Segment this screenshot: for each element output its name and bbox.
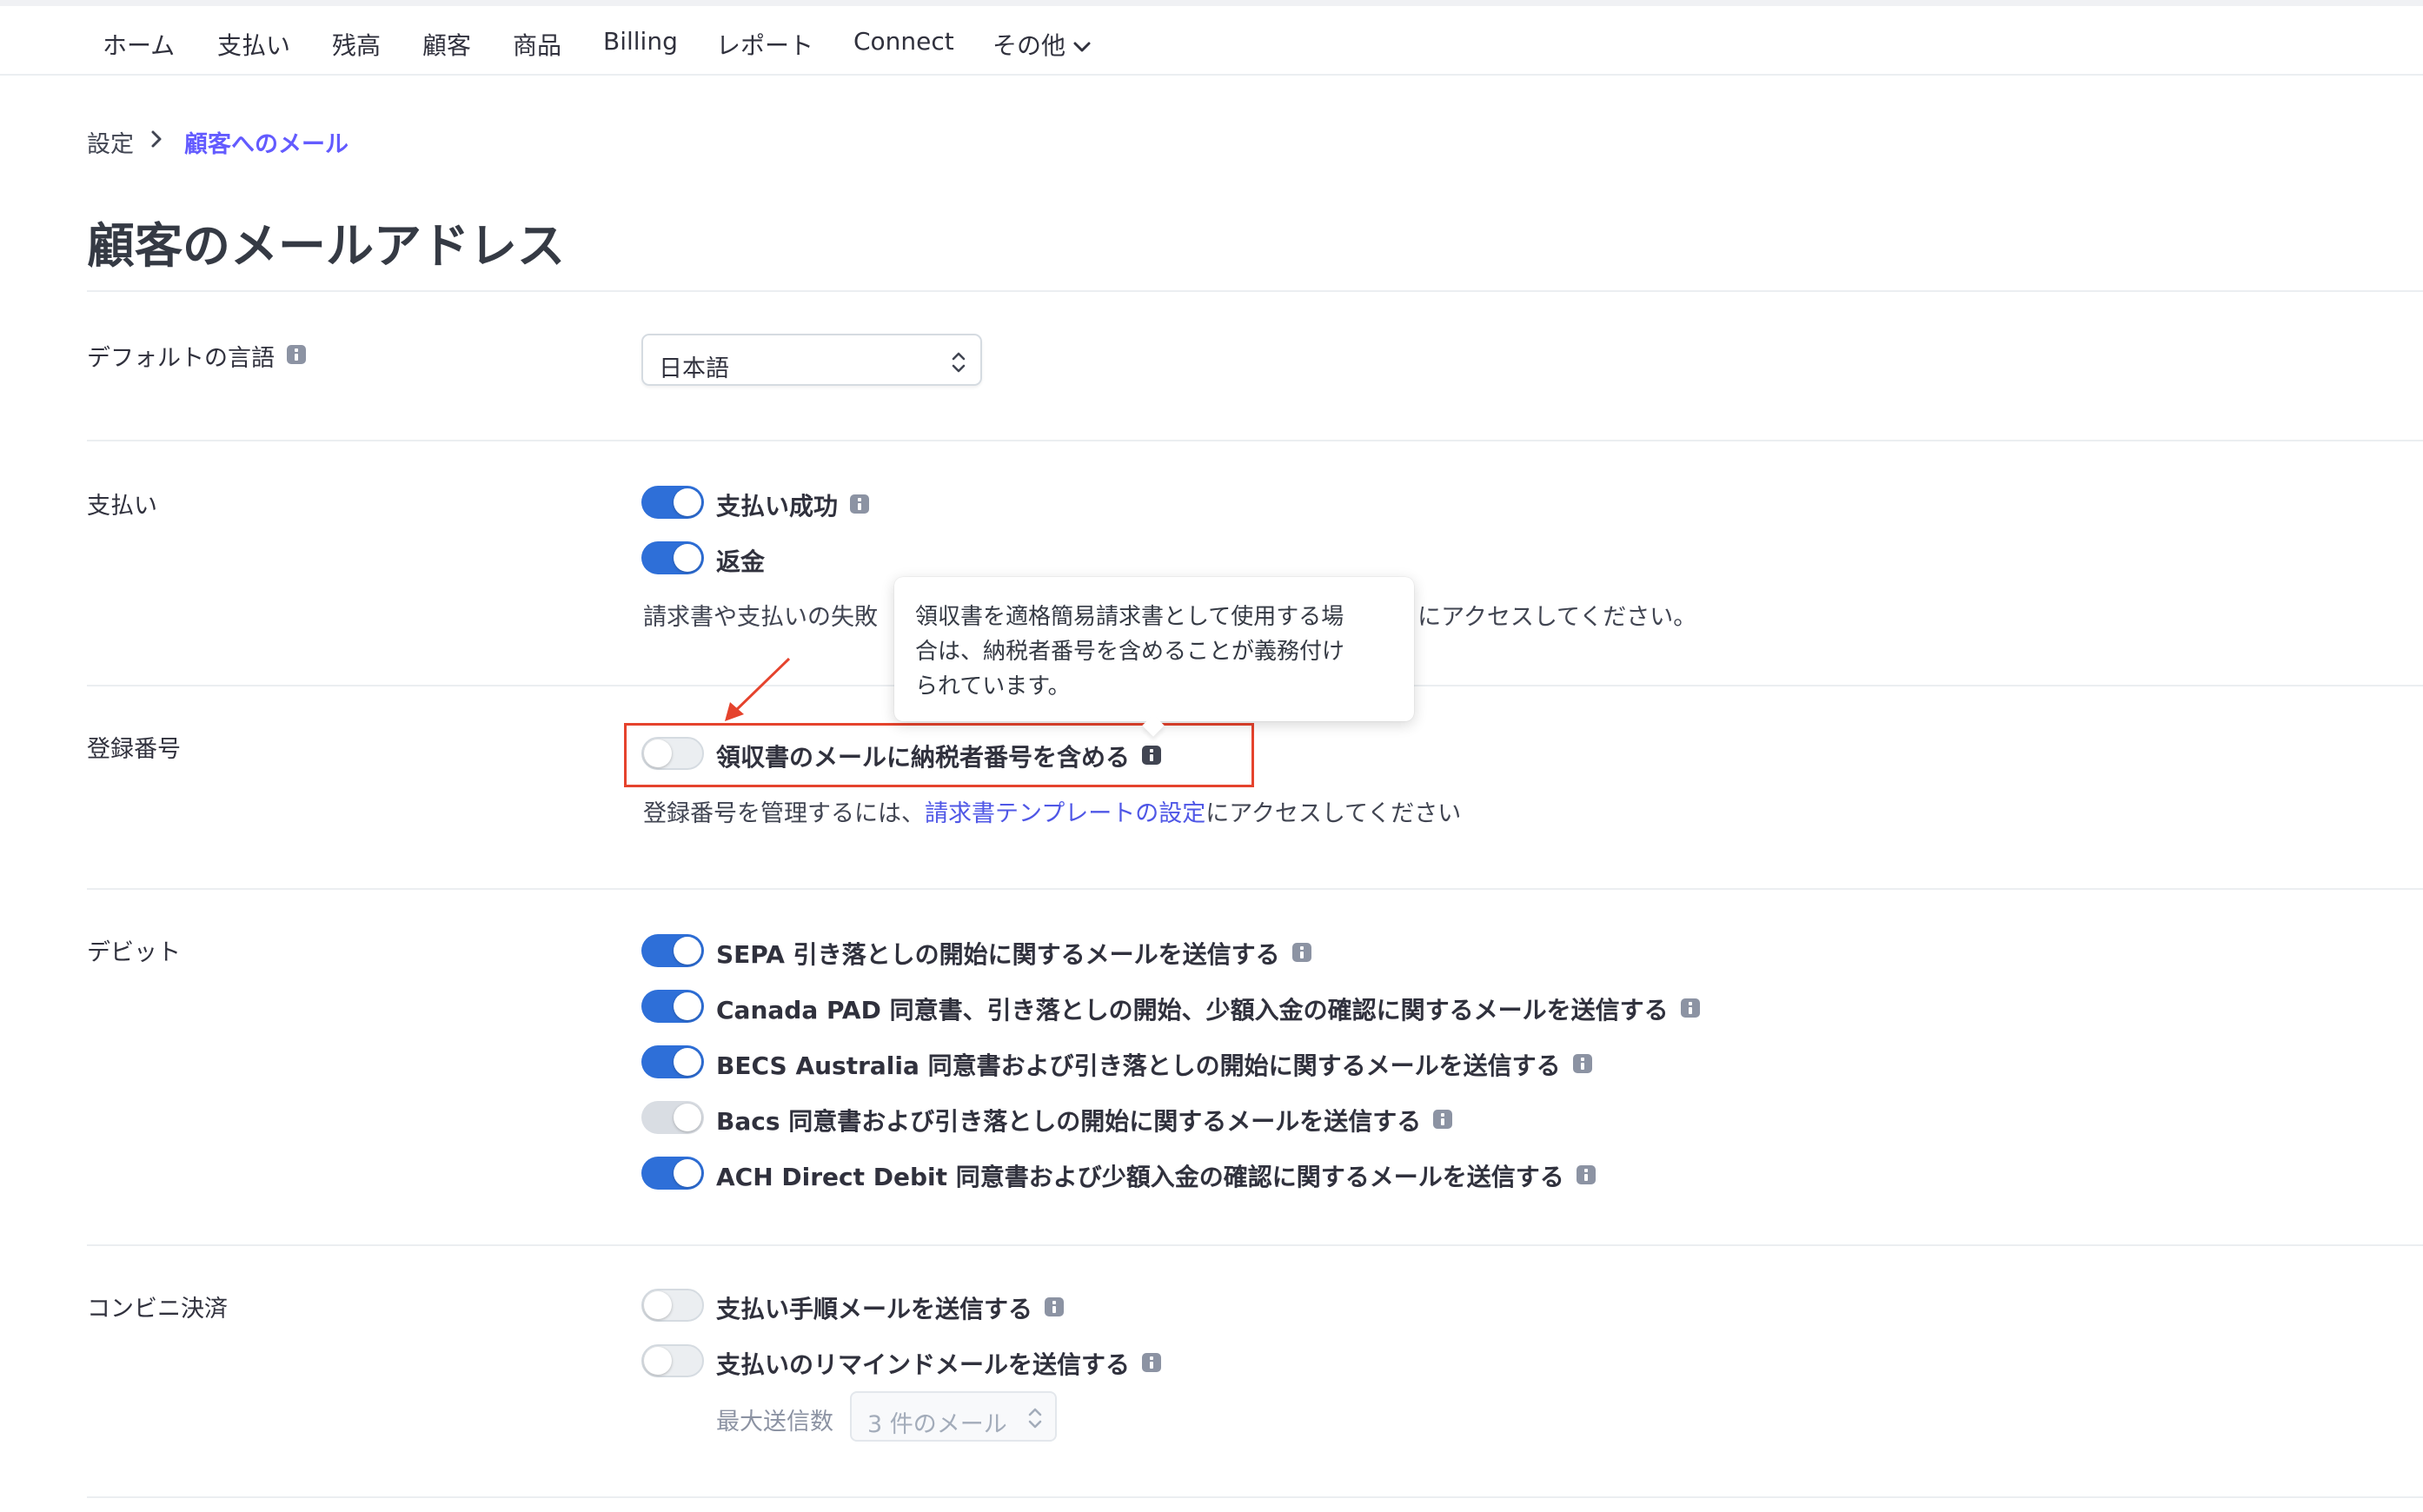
registration-label: 登録番号 [87,736,181,763]
tooltip-line: 領収書を適格簡易請求書として使用する場 [915,604,1344,630]
ach-row: ACH Direct Debit 同意書および少額入金の確認に関するメールを送信… [716,1158,1596,1193]
chevron-down-icon [1073,42,1091,52]
language-select-value: 日本語 [659,355,729,382]
reminder-toggle[interactable] [641,1344,704,1377]
info-icon[interactable] [1291,943,1311,962]
annotation-arrow-icon [725,657,791,721]
ach-label: ACH Direct Debit 同意書および少額入金の確認に関するメールを送信… [716,1163,1564,1191]
language-label-text: デフォルトの言語 [87,345,275,372]
instructions-toggle[interactable] [641,1289,704,1322]
toggle-knob [674,992,701,1020]
language-select[interactable]: 日本語 [641,334,982,386]
payment-success-row: 支払い成功 [716,487,870,522]
toggle-knob [644,1347,672,1375]
payment-success-label: 支払い成功 [716,492,839,521]
bacs-row: Bacs 同意書および引き落としの開始に関するメールを送信する [716,1103,1453,1137]
canada-pad-toggle[interactable] [641,990,704,1023]
divider [87,1496,2423,1498]
invoice-template-link[interactable]: 請求書テンプレートの設定 [925,800,1205,827]
max-sends-label: 最大送信数 [716,1409,833,1436]
canada-pad-row: Canada PAD 同意書、引き落としの開始、少額入金の確認に関するメールを送… [716,991,1700,1026]
info-icon[interactable] [1045,1297,1065,1316]
bacs-toggle[interactable] [641,1101,704,1134]
payments-helper-text: 請求書や支払いの失敗 [643,604,878,631]
breadcrumb-current[interactable]: 顧客へのメール [184,125,349,159]
payment-success-toggle[interactable] [641,486,704,519]
ach-toggle[interactable] [641,1157,704,1190]
sepa-row: SEPA 引き落としの開始に関するメールを送信する [716,936,1311,971]
toggle-knob [674,937,701,965]
nav-customers[interactable]: 顧客 [422,27,471,62]
registration-helper: 登録番号を管理するには、請求書テンプレートの設定にアクセスしてください [643,794,1461,828]
instructions-label: 支払い手順メールを送信する [716,1295,1033,1323]
top-nav: ホーム 支払い 残高 顧客 商品 Billing レポート Connect その… [0,6,2423,76]
nav-products[interactable]: 商品 [513,27,561,62]
divider [87,1244,2423,1246]
reminder-row: 支払いのリマインドメールを送信する [716,1346,1162,1381]
becs-row: BECS Australia 同意書および引き落としの開始に関するメールを送信す… [716,1047,1592,1082]
tax-id-tooltip: 領収書を適格簡易請求書として使用する場 合は、納税者番号を含めることが義務付け … [894,577,1414,721]
breadcrumb-settings[interactable]: 設定 [87,125,134,159]
chevron-right-icon [151,130,162,148]
tooltip-line: 合は、納税者番号を含めることが義務付け [915,639,1345,665]
toggle-knob [644,1291,672,1319]
toggle-knob [674,1159,701,1187]
divider [87,440,2423,441]
sepa-label: SEPA 引き落としの開始に関するメールを送信する [716,940,1280,969]
toggle-knob [674,544,701,572]
nav-connect[interactable]: Connect [853,27,954,56]
info-icon[interactable] [287,345,306,364]
canada-pad-label: Canada PAD 同意書、引き落としの開始、少額入金の確認に関するメールを送… [716,996,1669,1025]
sepa-toggle[interactable] [641,934,704,967]
reminder-label: 支払いのリマインドメールを送信する [716,1350,1131,1379]
nav-home[interactable]: ホーム [103,27,175,62]
page-title: 顧客のメールアドレス [87,218,566,274]
tooltip-line: られています。 [915,673,1071,700]
updown-chevron-icon [952,352,966,373]
registration-helper-suffix: にアクセスしてください [1205,800,1462,827]
becs-toggle[interactable] [641,1045,704,1078]
nav-reports[interactable]: レポート [716,27,813,62]
updown-chevron-icon [1028,1408,1042,1429]
toggle-knob [674,488,701,516]
divider [87,290,2423,292]
nav-billing[interactable]: Billing [603,27,678,56]
info-icon[interactable] [1142,1353,1162,1372]
language-label: デフォルトの言語 [87,339,306,373]
max-sends-select[interactable]: 3 件のメール [850,1391,1057,1442]
nav-more[interactable]: その他 [992,27,1092,62]
info-icon[interactable] [1576,1165,1596,1184]
refund-label: 返金 [716,547,766,576]
refund-toggle[interactable] [641,541,704,574]
nav-balances[interactable]: 残高 [332,27,381,62]
nav-more-label: その他 [992,31,1066,60]
registration-helper-text: 登録番号を管理するには、 [643,800,925,827]
instructions-row: 支払い手順メールを送信する [716,1290,1065,1325]
info-icon[interactable] [1433,1110,1453,1129]
payments-label: 支払い [87,493,157,520]
annotation-highlight-box [624,723,1254,787]
payments-helper-suffix: にアクセスしてください。 [1410,604,1697,631]
max-sends-value: 3 件のメール [867,1411,1007,1438]
divider [87,888,2423,890]
top-edge [0,0,2423,6]
bacs-label: Bacs 同意書および引き落としの開始に関するメールを送信する [716,1107,1422,1136]
nav-payments[interactable]: 支払い [217,27,290,62]
info-icon[interactable] [850,494,870,514]
info-icon[interactable] [1572,1054,1592,1073]
konbini-label: コンビニ決済 [87,1296,228,1323]
info-icon[interactable] [1680,998,1700,1018]
toggle-knob [674,1048,701,1076]
toggle-knob [674,1104,701,1131]
debit-label: デビット [87,939,181,966]
becs-label: BECS Australia 同意書および引き落としの開始に関するメールを送信す… [716,1051,1561,1080]
